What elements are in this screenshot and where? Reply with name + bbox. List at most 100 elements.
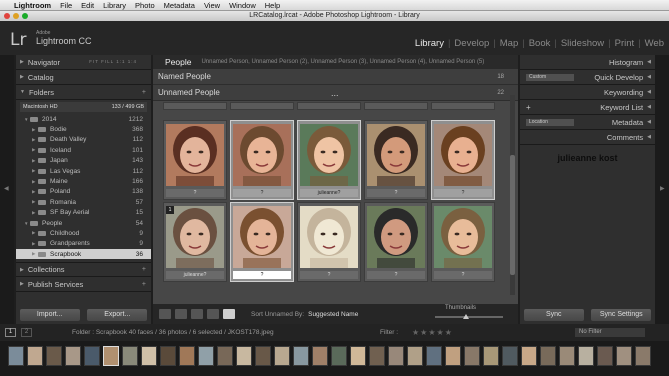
face-cell[interactable]: ? bbox=[431, 120, 495, 200]
folder-item[interactable]: ▶ Maine 166 bbox=[16, 176, 151, 186]
add-collection-icon[interactable]: + bbox=[142, 266, 146, 273]
comments-panel-header[interactable]: Comments ◀ bbox=[520, 130, 655, 145]
folder-item[interactable]: ▶ Bodie 368 bbox=[16, 124, 151, 134]
filmstrip-thumbnail[interactable] bbox=[483, 346, 499, 366]
folder-item[interactable]: ▼ People 54 bbox=[16, 218, 151, 228]
more-options-icon[interactable]: ... bbox=[331, 88, 339, 98]
face-name-label[interactable]: julieanne? bbox=[166, 271, 224, 279]
filmstrip-thumbnail[interactable] bbox=[198, 346, 214, 366]
menu-help[interactable]: Help bbox=[265, 1, 280, 10]
menu-window[interactable]: Window bbox=[229, 1, 256, 10]
folders-panel-header[interactable]: ▼ Folders + bbox=[16, 85, 151, 100]
quick-develop-panel-header[interactable]: Custom Quick Develop ◀ bbox=[520, 70, 655, 85]
filmstrip-thumbnail[interactable] bbox=[141, 346, 157, 366]
face-cell[interactable]: ? bbox=[230, 120, 294, 200]
menu-file[interactable]: File bbox=[60, 1, 72, 10]
navigator-zoom-options[interactable]: FIT FILL 1:1 1:4 bbox=[89, 59, 137, 64]
module-slideshow[interactable]: Slideshow bbox=[558, 38, 607, 49]
folder-item[interactable]: ▶ Scrapbook 36 bbox=[16, 249, 151, 260]
catalog-panel-header[interactable]: ▶ Catalog bbox=[16, 70, 151, 85]
collapse-triangle-icon[interactable]: ▶ bbox=[20, 59, 24, 65]
folder-item[interactable]: ▶ Las Vegas 112 bbox=[16, 166, 151, 176]
folder-item[interactable]: ▶ Romania 57 bbox=[16, 197, 151, 207]
folder-item[interactable]: ▶ SF Bay Aerial 15 bbox=[16, 208, 151, 218]
filmstrip-thumbnail[interactable] bbox=[236, 346, 252, 366]
face-cell[interactable]: ? bbox=[364, 202, 428, 282]
face-thumbnail[interactable] bbox=[166, 124, 224, 186]
zoom-window-icon[interactable] bbox=[22, 13, 28, 19]
filmstrip-thumbnail[interactable] bbox=[502, 346, 518, 366]
collapse-triangle-icon[interactable]: ▶ bbox=[20, 281, 24, 287]
menu-library[interactable]: Library bbox=[103, 1, 126, 10]
filmstrip-thumbnail[interactable] bbox=[293, 346, 309, 366]
collapse-triangle-icon[interactable]: ◀ bbox=[647, 59, 651, 65]
volume-bar[interactable]: Macintosh HD 133 / 499 GB bbox=[20, 102, 147, 112]
folder-item[interactable]: ▶ Childhood 9 bbox=[16, 228, 151, 238]
collapse-triangle-icon[interactable]: ◀ bbox=[647, 119, 651, 125]
filmstrip-thumbnail[interactable] bbox=[274, 346, 290, 366]
filmstrip-thumbnail[interactable] bbox=[597, 346, 613, 366]
add-keyword-icon[interactable]: + bbox=[526, 103, 531, 112]
face-thumbnail[interactable] bbox=[233, 206, 291, 268]
face-cell[interactable]: ? bbox=[163, 120, 227, 200]
folder-item[interactable]: ▶ Poland 138 bbox=[16, 187, 151, 197]
face-cell-partial[interactable] bbox=[364, 102, 428, 110]
minimize-window-icon[interactable] bbox=[13, 13, 19, 19]
sync-button[interactable]: Sync bbox=[523, 309, 584, 321]
survey-view-icon[interactable] bbox=[207, 309, 219, 319]
collections-panel-header[interactable]: ▶ Collections + bbox=[16, 262, 151, 278]
thumbnail-size-slider[interactable] bbox=[435, 314, 503, 319]
filmstrip-thumbnail[interactable] bbox=[426, 346, 442, 366]
keyword-list-panel-header[interactable]: + Keyword List ◀ bbox=[520, 100, 655, 115]
face-cell[interactable]: julieanne? 1 bbox=[163, 202, 227, 282]
filmstrip-thumbnail[interactable] bbox=[445, 346, 461, 366]
face-cell[interactable]: julieanne? bbox=[297, 120, 361, 200]
filmstrip-thumbnail[interactable] bbox=[179, 346, 195, 366]
face-thumbnail[interactable] bbox=[367, 206, 425, 268]
module-print[interactable]: Print bbox=[612, 38, 638, 49]
folder-item[interactable]: ▼ 2014 1212 bbox=[16, 114, 151, 124]
menu-photo[interactable]: Photo bbox=[135, 1, 155, 10]
folder-item[interactable]: ▶ Iceland 101 bbox=[16, 145, 151, 155]
filmstrip-thumbnail[interactable] bbox=[616, 346, 632, 366]
face-thumbnail[interactable] bbox=[166, 206, 224, 268]
collapse-triangle-icon[interactable]: ◀ bbox=[647, 104, 651, 110]
main-window-button[interactable]: 1 bbox=[5, 328, 16, 337]
face-thumbnail[interactable] bbox=[233, 124, 291, 186]
menu-view[interactable]: View bbox=[204, 1, 220, 10]
filmstrip-thumbnail[interactable] bbox=[122, 346, 138, 366]
filmstrip-thumbnail[interactable] bbox=[369, 346, 385, 366]
sync-settings-button[interactable]: Sync Settings bbox=[591, 309, 652, 321]
navigator-panel-header[interactable]: ▶ Navigator FIT FILL 1:1 1:4 bbox=[16, 55, 151, 70]
filmstrip-thumbnail[interactable] bbox=[350, 346, 366, 366]
filmstrip-breadcrumb[interactable]: Folder : Scrapbook 40 faces / 36 photos … bbox=[72, 329, 274, 336]
module-web[interactable]: Web bbox=[642, 38, 667, 49]
folder-item[interactable]: ▶ Death Valley 112 bbox=[16, 135, 151, 145]
slider-knob[interactable] bbox=[463, 314, 469, 319]
menu-lightroom[interactable]: Lightroom bbox=[14, 1, 51, 10]
named-people-section[interactable]: Named People 18 bbox=[153, 69, 518, 85]
publish-services-panel-header[interactable]: ▶ Publish Services + bbox=[16, 277, 151, 293]
filmstrip-thumbnail[interactable] bbox=[160, 346, 176, 366]
menu-metadata[interactable]: Metadata bbox=[164, 1, 195, 10]
people-view-icon[interactable] bbox=[223, 309, 235, 319]
close-window-icon[interactable] bbox=[4, 13, 10, 19]
grid-scrollbar[interactable] bbox=[510, 95, 515, 295]
filmstrip-thumbnail[interactable] bbox=[103, 346, 119, 366]
face-thumbnail[interactable] bbox=[300, 206, 358, 268]
scrollbar-thumb[interactable] bbox=[510, 155, 515, 275]
grid-view-icon[interactable] bbox=[159, 309, 171, 319]
filter-preset-dropdown[interactable]: No Filter bbox=[575, 328, 645, 337]
expand-triangle-icon[interactable]: ▼ bbox=[20, 89, 25, 95]
collapse-triangle-icon[interactable]: ▶ bbox=[20, 267, 24, 273]
filmstrip-thumbnail[interactable] bbox=[46, 346, 62, 366]
right-panel-edge[interactable]: ▶ bbox=[655, 55, 669, 324]
face-thumbnail[interactable] bbox=[367, 124, 425, 186]
filmstrip-thumbnail[interactable] bbox=[84, 346, 100, 366]
module-develop[interactable]: Develop bbox=[451, 38, 492, 49]
filmstrip-thumbnail[interactable] bbox=[331, 346, 347, 366]
rating-filter[interactable]: ★★★★★ bbox=[412, 328, 453, 337]
face-cell[interactable]: ? bbox=[297, 202, 361, 282]
filmstrip-thumbnail[interactable] bbox=[388, 346, 404, 366]
face-name-label[interactable]: ? bbox=[300, 271, 358, 279]
